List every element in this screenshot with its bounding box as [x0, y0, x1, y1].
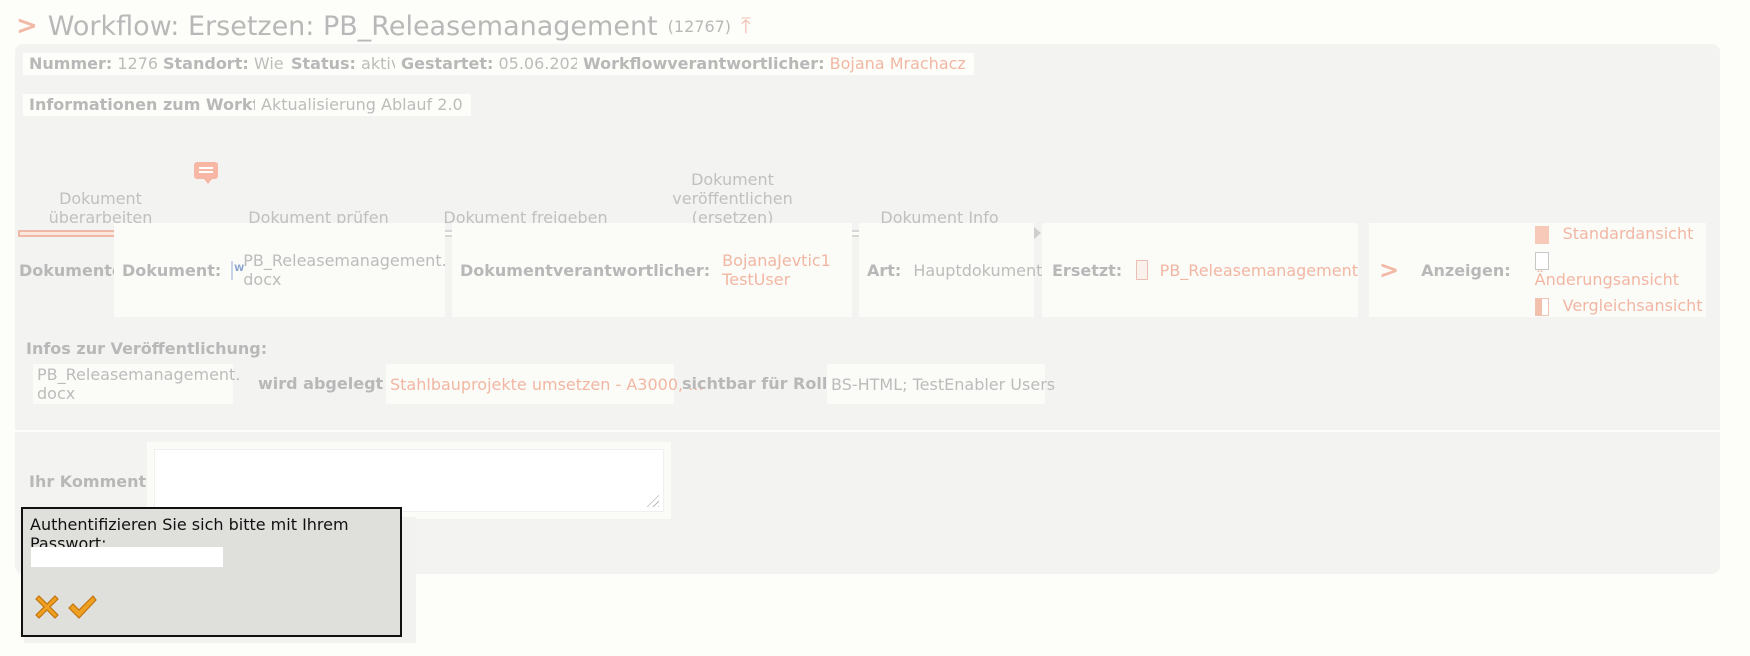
workflow-owner-label: Workflowverantwortlicher: [583, 54, 825, 73]
step-arrow [1033, 226, 1041, 240]
comment-label: Ihr Kommentar: [29, 472, 172, 491]
gestartet-chip: Gestartet: 05.06.2025 [395, 53, 599, 75]
resize-handle-icon[interactable] [645, 493, 659, 507]
views-box: > Anzeigen: Standardansicht Änderungsans… [1369, 223, 1706, 317]
arrow-up-icon[interactable]: ⤒ [741, 14, 751, 39]
pdf-document-icon [1136, 260, 1148, 280]
document-name-part: PB_Releasemanagement. [243, 251, 447, 270]
view-standard[interactable]: Standardansicht [1534, 224, 1706, 244]
comment-icon[interactable] [194, 162, 218, 184]
verantwortlich-chip: Workflowverantwortlicher: Bojana Mrachac… [577, 53, 974, 75]
workflow-owner-link[interactable]: Bojana Mrachacz [830, 54, 966, 73]
word-document-icon [231, 260, 244, 280]
views-label: Anzeigen: [1421, 260, 1511, 280]
confirm-button[interactable] [66, 591, 98, 623]
view-changes-label: Änderungsansicht [1534, 270, 1679, 290]
gestartet-label: Gestartet: [401, 54, 494, 73]
step-label: Dokument überarbeiten [48, 189, 153, 227]
compare-view-icon [1534, 297, 1549, 316]
document-box: Dokument: PB_Releasemanagement.docx [114, 223, 447, 317]
document-name-ext: docx [243, 270, 282, 289]
view-compare[interactable]: Vergleichsansicht [1534, 296, 1706, 316]
auth-dialog: Authentifizieren Sie sich bitte mit Ihre… [21, 507, 402, 637]
view-compare-label: Vergleichsansicht [1562, 296, 1703, 316]
document-label: Dokument: [122, 260, 222, 280]
standard-view-icon [1534, 225, 1549, 244]
nummer-label: Nummer: [29, 54, 113, 73]
document-type-label: Art: [867, 260, 902, 280]
view-standard-label: Standardansicht [1562, 224, 1694, 244]
document-owner-link[interactable]: BojanaJevtic1 TestUser [722, 251, 852, 289]
cancel-button[interactable] [31, 591, 63, 623]
workflow-info-chip: Aktualisierung Ablauf 2.0 [255, 94, 471, 116]
changes-view-icon [1534, 252, 1549, 271]
status-label: Status: [291, 54, 356, 73]
status-chip: Status: aktiv [285, 53, 409, 75]
password-input[interactable] [31, 547, 223, 567]
step-label: Dokument veröffentlichen (ersetzen) [672, 170, 793, 227]
document-type-value: Hauptdokument [913, 260, 1043, 280]
replaces-box: Ersetzt: PB_Releasemanagement [1042, 223, 1358, 317]
workflow-info-value: Aktualisierung Ablauf 2.0 [261, 95, 463, 114]
views-list: Standardansicht Änderungsansicht Verglei… [1534, 224, 1706, 316]
document-name[interactable]: PB_Releasemanagement. docx [243, 251, 446, 289]
publication-file-ext: docx [37, 384, 76, 403]
standort-chip: Standort: Wien [157, 53, 302, 75]
visible-roles-value: BS-HTML; TestEnabler Users [831, 374, 1056, 394]
visible-roles-box: BS-HTML; TestEnabler Users [827, 364, 1055, 404]
view-changes[interactable]: Änderungsansicht [1534, 251, 1706, 290]
filed-in-link[interactable]: Stahlbauprojekte umsetzen - A3000, ... [390, 375, 703, 394]
replaces-link[interactable]: PB_Releasemanagement [1160, 261, 1358, 280]
publication-file: PB_Releasemanagement. docx [37, 365, 240, 403]
filed-in-box: Stahlbauprojekte umsetzen - A3000, ... [386, 364, 703, 404]
page-title: Workflow: Ersetzen: PB_Releasemanagement [47, 10, 658, 42]
publication-label: Infos zur Veröffentlichung: [26, 339, 268, 358]
workflow-id: (12767) [667, 16, 732, 36]
replaces-label: Ersetzt: [1052, 260, 1123, 280]
documents-section-label: Dokumente: [19, 261, 130, 280]
title-row: > Workflow: Ersetzen: PB_Releasemanageme… [16, 6, 751, 46]
publication-file-box: PB_Releasemanagement. docx [33, 364, 240, 404]
chevron-right-icon: > [16, 11, 38, 41]
document-owner-box: Dokumentverantwortlicher: BojanaJevtic1 … [452, 223, 852, 317]
standort-label: Standort: [163, 54, 249, 73]
chevron-right-icon: > [1379, 256, 1400, 284]
nummer-chip: Nummer: 12767 [23, 53, 177, 75]
comment-textarea[interactable] [147, 442, 671, 519]
publication-file-part: PB_Releasemanagement. [37, 365, 241, 384]
divider [15, 430, 1720, 432]
document-type-box: Art: Hauptdokument [859, 223, 1042, 317]
document-owner-label: Dokumentverantwortlicher: [460, 260, 711, 280]
